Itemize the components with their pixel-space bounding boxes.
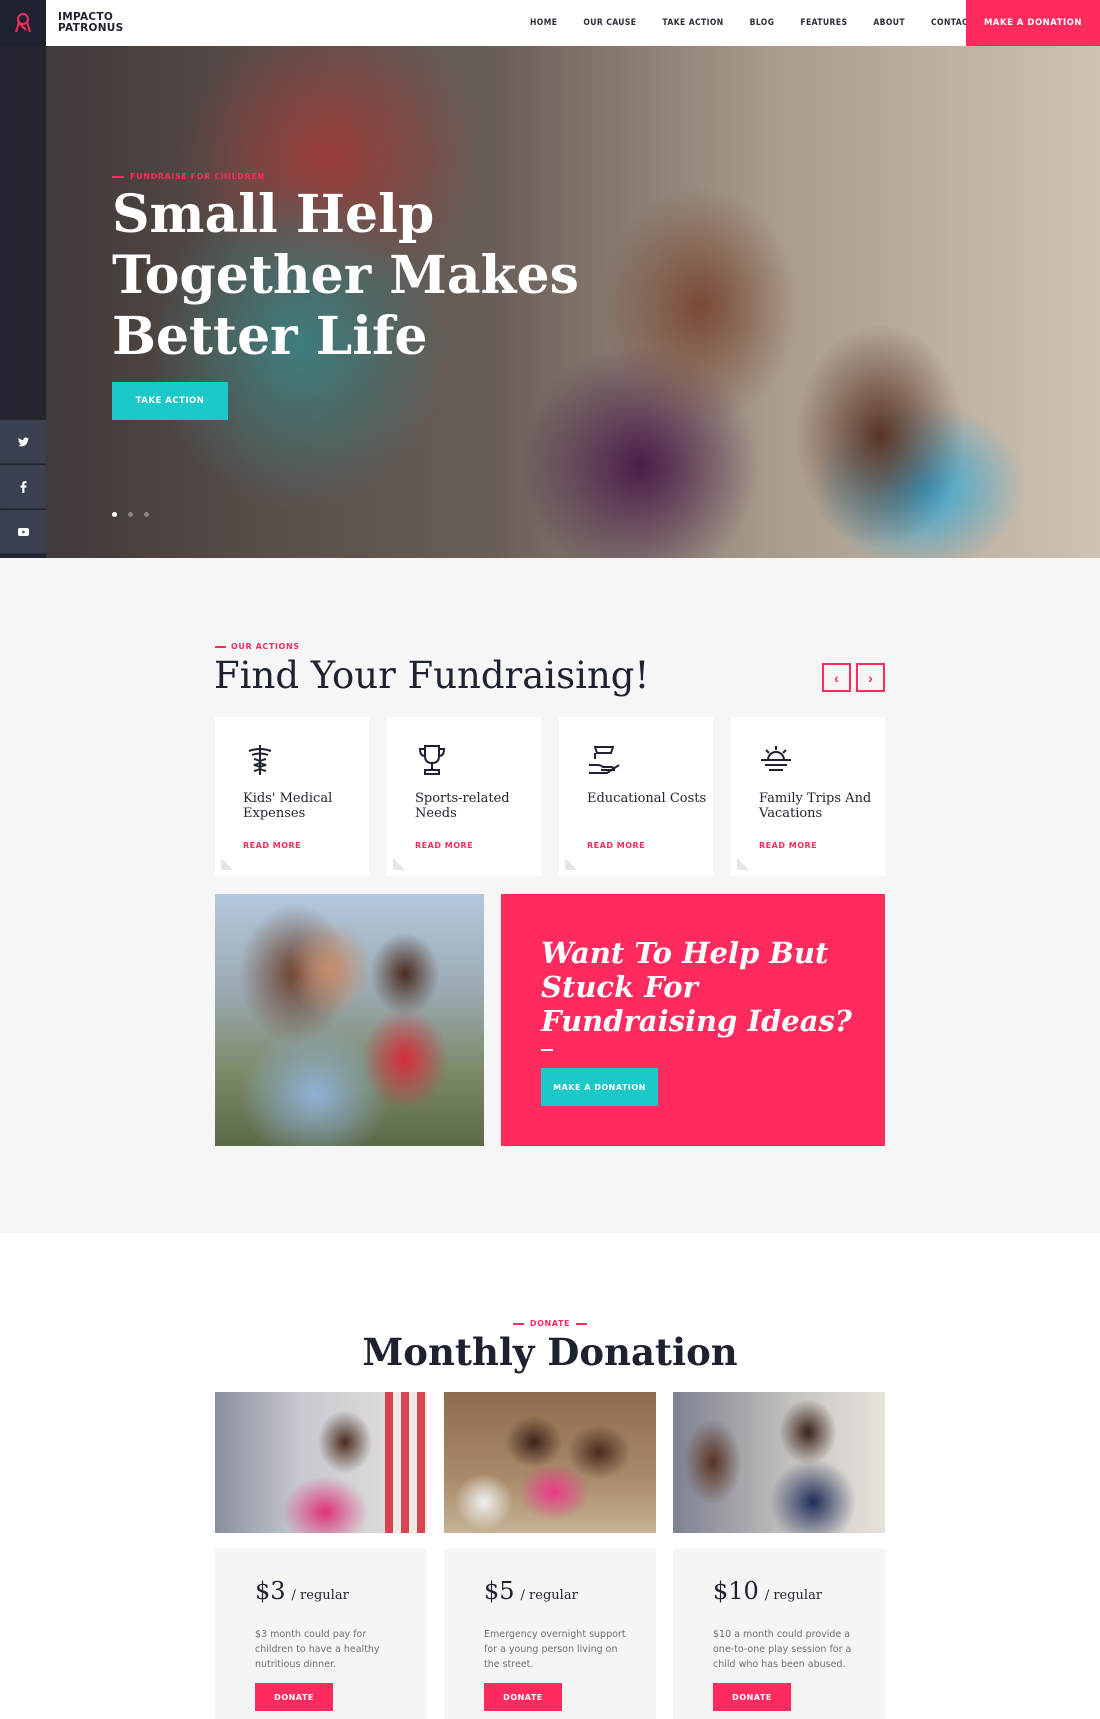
- price: $3 / regular: [255, 1577, 349, 1605]
- promo-donation-button[interactable]: MAKE A DONATION: [541, 1068, 658, 1106]
- take-action-button[interactable]: TAKE ACTION: [112, 382, 228, 420]
- price-card-3: $3 / regular $3 month could pay for chil…: [215, 1549, 427, 1719]
- nav-about[interactable]: ABOUT: [873, 18, 905, 28]
- slider-dot-2[interactable]: [128, 512, 133, 517]
- card-title: Kids' Medical Expenses: [243, 791, 333, 821]
- read-more-link[interactable]: READ MORE: [415, 841, 473, 850]
- hero-eyebrow: FUNDRAISE FOR CHILDREN: [112, 172, 265, 181]
- trophy-icon: [418, 745, 446, 775]
- action-card-education[interactable]: Educational Costs READ MORE: [559, 717, 713, 876]
- action-card-sports[interactable]: Sports-related Needs READ MORE: [387, 717, 541, 876]
- donation-title: Monthly Donation: [362, 1330, 738, 1374]
- price-unit: / regular: [764, 1588, 823, 1603]
- price-unit: / regular: [520, 1588, 578, 1603]
- slider-dot-1[interactable]: [112, 512, 117, 517]
- price-card-10: $10 / regular $10 a month could provide …: [673, 1549, 885, 1719]
- promo-title: Want To Help But Stuck For Fundraising I…: [541, 936, 852, 1038]
- slider-dot-3[interactable]: [144, 512, 149, 517]
- logo-line-2: PATRONUS: [58, 22, 124, 34]
- nav-home[interactable]: HOME: [530, 18, 557, 28]
- site-header: IMPACTO PATRONUS HOME OUR CAUSE TAKE ACT…: [0, 0, 1100, 46]
- card-title: Family Trips And Vacations: [759, 791, 872, 821]
- read-more-link[interactable]: READ MORE: [243, 841, 301, 850]
- ribbon-icon: [15, 13, 31, 33]
- price-card-5: $5 / regular Emergency overnight support…: [444, 1549, 656, 1719]
- donation-eyebrow-wrap: DONATE: [0, 1319, 1100, 1328]
- promo-box: Want To Help But Stuck For Fundraising I…: [501, 894, 885, 1146]
- donation-eyebrow: DONATE: [513, 1319, 587, 1328]
- card-corner-fold: [221, 858, 233, 870]
- main-nav: HOME OUR CAUSE TAKE ACTION BLOG FEATURES…: [530, 0, 1000, 46]
- prev-arrow-button[interactable]: ‹: [822, 663, 851, 692]
- facebook-icon[interactable]: [0, 465, 46, 509]
- sunset-icon: [761, 746, 791, 771]
- read-more-link[interactable]: READ MORE: [587, 841, 645, 850]
- price: $5 / regular: [484, 1577, 578, 1605]
- actions-eyebrow: OUR ACTIONS: [215, 642, 300, 651]
- next-arrow-button[interactable]: ›: [856, 663, 885, 692]
- chevron-left-icon: ‹: [834, 669, 839, 686]
- caduceus-icon: [248, 745, 272, 775]
- logo-text[interactable]: IMPACTO PATRONUS: [58, 12, 124, 34]
- nav-features[interactable]: FEATURES: [800, 18, 847, 28]
- donation-photo-3: [673, 1392, 885, 1533]
- nav-blog[interactable]: BLOG: [750, 18, 775, 28]
- nav-take-action[interactable]: TAKE ACTION: [662, 18, 723, 28]
- price-unit: / regular: [291, 1588, 349, 1603]
- hero-title: Small Help Together Makes Better Life: [112, 184, 579, 367]
- donation-section: DONATE Monthly Donation $3 / regular $3 …: [0, 1233, 1100, 1719]
- donate-button[interactable]: DONATE: [255, 1683, 333, 1711]
- card-title: Sports-related Needs: [415, 791, 510, 821]
- twitter-icon[interactable]: [0, 420, 46, 464]
- action-card-medical[interactable]: Kids' Medical Expenses READ MORE: [215, 717, 369, 876]
- actions-title: Find Your Fundraising!: [214, 654, 650, 697]
- donate-button[interactable]: DONATE: [484, 1683, 562, 1711]
- read-more-link[interactable]: READ MORE: [759, 841, 817, 850]
- card-corner-fold: [737, 858, 749, 870]
- price-amount: $5: [484, 1577, 515, 1605]
- donate-button[interactable]: DONATE: [713, 1683, 791, 1711]
- donation-photo-1: [215, 1392, 427, 1533]
- make-donation-button[interactable]: MAKE A DONATION: [966, 0, 1100, 46]
- donation-photo-2: [444, 1392, 656, 1533]
- actions-section: OUR ACTIONS Find Your Fundraising! ‹ › K…: [0, 558, 1100, 1233]
- slider-dots: [112, 512, 149, 517]
- hero-section: FUNDRAISE FOR CHILDREN Small Help Togeth…: [0, 46, 1100, 558]
- price: $10 / regular: [713, 1577, 822, 1605]
- promo-photo: [215, 894, 484, 1146]
- nav-our-cause[interactable]: OUR CAUSE: [583, 18, 636, 28]
- promo-divider: [541, 1049, 553, 1051]
- price-description: $3 month could pay for children to have …: [255, 1629, 380, 1670]
- price-description: $10 a month could provide a one-to-one p…: [713, 1629, 852, 1670]
- price-amount: $3: [255, 1577, 286, 1605]
- chevron-right-icon: ›: [868, 669, 873, 686]
- price-description: Emergency overnight support for a young …: [484, 1629, 626, 1670]
- graduation-cap-hand-icon: [589, 746, 620, 774]
- card-corner-fold: [393, 858, 405, 870]
- action-card-family-trips[interactable]: Family Trips And Vacations READ MORE: [731, 717, 885, 876]
- card-corner-fold: [565, 858, 577, 870]
- youtube-icon[interactable]: [0, 510, 46, 554]
- price-amount: $10: [713, 1577, 759, 1605]
- logo-mark[interactable]: [0, 0, 46, 46]
- card-title: Educational Costs: [587, 791, 707, 806]
